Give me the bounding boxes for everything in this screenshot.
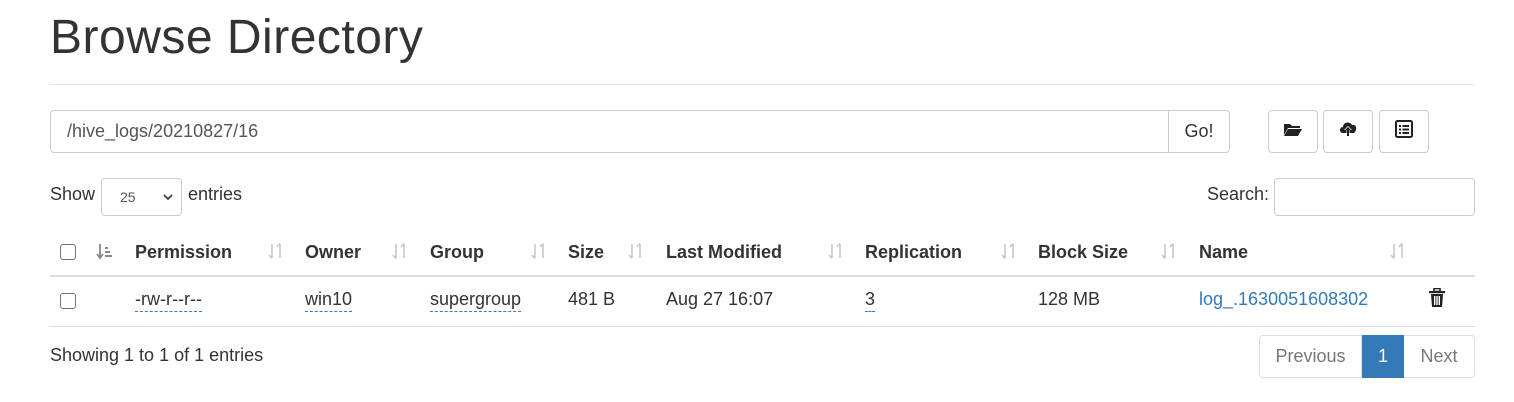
owner-cell[interactable]: win10 — [305, 289, 353, 312]
row-select-checkbox[interactable] — [60, 293, 76, 309]
sort-desc-icon[interactable] — [96, 243, 112, 266]
current-page-button[interactable]: 1 — [1362, 335, 1404, 378]
go-button[interactable]: Go! — [1168, 110, 1230, 153]
search-input[interactable] — [1274, 178, 1475, 216]
sort-icon[interactable] — [1001, 242, 1017, 265]
chevron-down-icon — [163, 194, 173, 201]
cut-paste-button[interactable] — [1379, 110, 1429, 153]
pagination: Previous 1 Next — [1259, 335, 1475, 378]
column-header-last-modified[interactable]: Last Modified — [666, 242, 782, 263]
path-bar: /hive_logs/20210827/16 Go! — [50, 110, 1230, 153]
show-label: Show — [50, 184, 96, 204]
sort-icon[interactable] — [268, 242, 284, 265]
column-header-replication[interactable]: Replication — [865, 242, 962, 263]
entries-per-page-select[interactable]: 25 — [101, 178, 182, 216]
next-page-button[interactable]: Next — [1404, 335, 1475, 378]
last-modified-cell: Aug 27 16:07 — [666, 289, 774, 309]
replication-cell[interactable]: 3 — [865, 289, 876, 312]
previous-page-button[interactable]: Previous — [1259, 335, 1362, 378]
sort-icon[interactable] — [392, 242, 408, 265]
directory-path-input[interactable]: /hive_logs/20210827/16 — [50, 110, 1168, 153]
entries-label: entries — [188, 184, 243, 204]
column-header-owner[interactable]: Owner — [305, 242, 361, 263]
column-header-size[interactable]: Size — [568, 242, 604, 263]
sort-icon[interactable] — [531, 242, 547, 265]
trash-icon[interactable] — [1428, 287, 1446, 313]
column-header-permission[interactable]: Permission — [135, 242, 232, 263]
column-header-group[interactable]: Group — [430, 242, 484, 263]
table-row: -rw-r--r-- win10 supergroup 481 B Aug 27… — [50, 277, 1475, 327]
entries-per-page-value: 25 — [120, 189, 136, 205]
sort-icon[interactable] — [1161, 242, 1177, 265]
block-size-cell: 128 MB — [1038, 289, 1101, 309]
create-directory-button[interactable] — [1268, 110, 1318, 153]
table-header: Permission Owner Group Size Last Modifie… — [50, 230, 1475, 277]
size-cell: 481 B — [568, 289, 616, 309]
search-label: Search: — [1207, 184, 1270, 204]
column-header-name[interactable]: Name — [1199, 242, 1248, 263]
sort-icon[interactable] — [628, 242, 644, 265]
column-header-block-size[interactable]: Block Size — [1038, 242, 1128, 263]
table-info: Showing 1 to 1 of 1 entries — [50, 345, 264, 365]
group-cell[interactable]: supergroup — [430, 289, 522, 312]
title-divider — [50, 84, 1475, 85]
page-title: Browse Directory — [50, 11, 424, 64]
upload-file-button[interactable] — [1323, 110, 1373, 153]
file-name-link[interactable]: log_.1630051608302 — [1199, 289, 1368, 310]
folder-open-icon — [1283, 119, 1303, 144]
cloud-upload-icon — [1338, 119, 1358, 144]
sort-icon[interactable] — [828, 242, 844, 265]
select-all-checkbox[interactable] — [60, 244, 76, 260]
permission-cell[interactable]: -rw-r--r-- — [135, 289, 202, 312]
sort-icon[interactable] — [1390, 242, 1406, 265]
list-alt-icon — [1394, 119, 1414, 144]
